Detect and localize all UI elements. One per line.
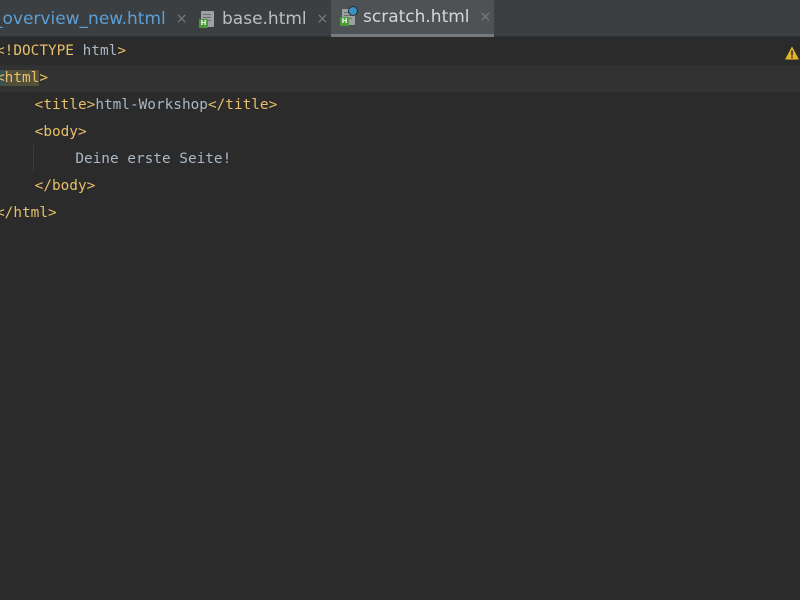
tab-label: scratch.html	[363, 7, 470, 27]
title-close-tag: </title>	[207, 97, 278, 113]
code-line-6[interactable]: </body>	[0, 173, 96, 199]
code-line-3[interactable]: <title>html-Workshop</title>	[0, 92, 278, 118]
tab-scratch[interactable]: H scratch.html ×	[331, 0, 494, 37]
tab-label: _overview_new.html	[0, 8, 166, 29]
body-close-tag: </body>	[34, 178, 96, 194]
current-line-highlight	[0, 65, 800, 92]
code-line-2[interactable]: <html>	[0, 65, 48, 91]
html-close-tag: </html>	[0, 205, 57, 221]
warning-icon[interactable]	[784, 45, 800, 61]
scratch-file-icon: H	[340, 6, 358, 26]
tag-close-bracket: >	[39, 70, 48, 86]
body-text: Deine erste Seite!	[75, 151, 232, 167]
close-tab-icon[interactable]: ×	[176, 11, 188, 27]
tab-label: base.html	[222, 8, 307, 29]
matched-bracket: <	[0, 70, 5, 86]
code-line-5[interactable]: Deine erste Seite!	[6, 146, 231, 172]
doctype-close: >	[117, 43, 126, 59]
title-open-tag: <title>	[34, 97, 96, 113]
tab-overview-new[interactable]: _overview_new.html ×	[0, 0, 190, 37]
title-text: html-Workshop	[95, 97, 208, 113]
code-editor[interactable]: <!DOCTYPE html> <html> <title>html-Works…	[0, 37, 800, 600]
body-open-tag: <body>	[34, 124, 87, 140]
code-line-4[interactable]: <body>	[0, 119, 87, 145]
html-file-icon: H	[199, 10, 215, 28]
close-tab-icon[interactable]: ×	[480, 9, 492, 25]
doctype-keyword: <!DOCTYPE	[0, 43, 74, 59]
editor-tab-bar: _overview_new.html × H base.html × H scr…	[0, 0, 800, 37]
code-line-1[interactable]: <!DOCTYPE html>	[0, 38, 126, 64]
close-tab-icon[interactable]: ×	[317, 11, 329, 27]
code-line-7[interactable]: </html>	[0, 200, 57, 226]
tab-base[interactable]: H base.html ×	[190, 0, 330, 37]
matched-tag-name: html	[4, 70, 40, 86]
doctype-value: html	[73, 43, 118, 59]
